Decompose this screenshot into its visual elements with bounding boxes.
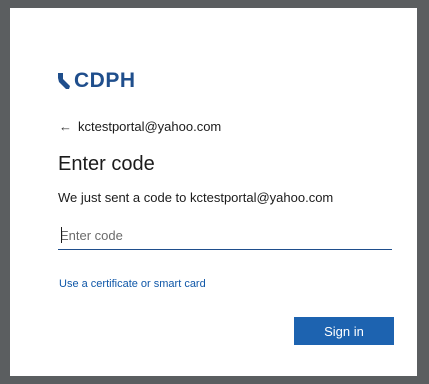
text-caret [61, 227, 62, 243]
back-to-account-button[interactable]: ← kctestportal@yahoo.com [59, 120, 221, 133]
account-email: kctestportal@yahoo.com [78, 119, 222, 134]
sign-in-card: CDPH ← kctestportal@yahoo.com Enter code… [10, 8, 417, 376]
logo-text: CDPH [74, 69, 136, 92]
certificate-smart-card-link[interactable]: Use a certificate or smart card [59, 279, 206, 290]
enter-code-input[interactable] [58, 222, 392, 250]
sign-in-button[interactable]: Sign in [294, 317, 394, 345]
code-sent-description: We just sent a code to kctestportal@yaho… [58, 190, 334, 205]
back-arrow-icon[interactable]: ← [59, 120, 72, 133]
page-title: Enter code [58, 153, 155, 175]
cdph-logo: CDPH [56, 70, 136, 91]
california-state-icon [58, 72, 70, 89]
